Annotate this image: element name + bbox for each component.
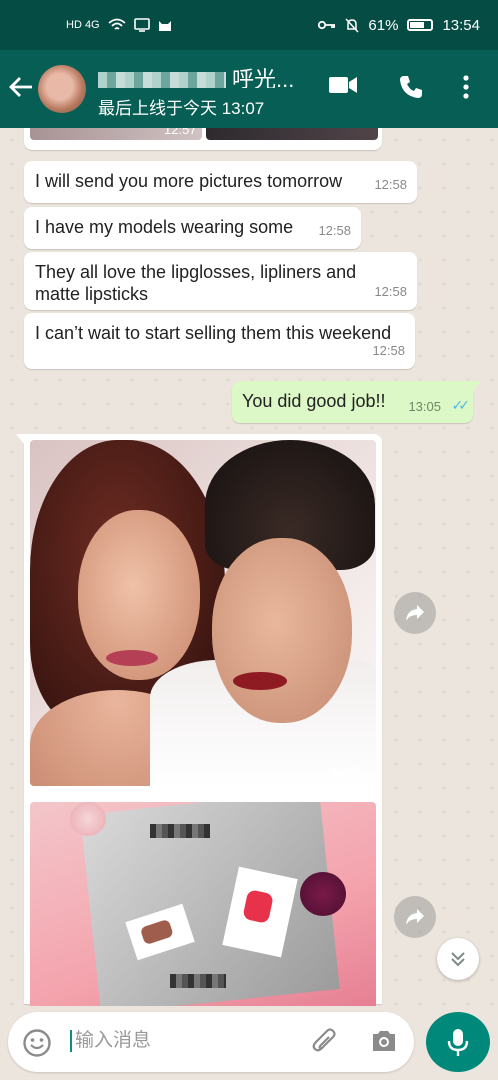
phone-icon[interactable] [398,74,424,105]
media-thumbnail[interactable] [206,128,378,140]
avatar[interactable] [38,65,86,113]
message-time: 13:05 [408,399,441,414]
status-bar: HD 4G 61% 13:54 [0,0,498,50]
redacted-label [170,974,226,988]
image-message-group: 13:05 [16,434,382,1006]
battery-icon [407,19,434,31]
chat-header: 呼光... 最后上线于今天 13:07 [0,50,498,128]
image-message[interactable] [30,802,376,1006]
read-ticks-icon: ✓✓ [451,397,471,413]
cast-icon [133,18,150,32]
photo-detail [106,650,158,666]
wifi-icon [108,18,126,30]
message-time: 12:58 [374,177,407,192]
camera-icon[interactable] [370,1028,398,1059]
incoming-message[interactable]: I can’t wait to start selling them this … [24,313,415,369]
message-time: 12:58 [374,284,407,299]
mute-bell-icon [345,17,359,33]
status-right: 61% 13:54 [318,17,480,34]
clock: 13:54 [442,16,480,34]
incoming-message[interactable]: I have my models wearing some 12:58 [24,207,361,249]
photo-detail [300,872,346,916]
last-seen: 最后上线于今天 13:07 [98,99,265,118]
message-text: I have my models wearing some [35,217,294,237]
forward-icon[interactable] [394,896,436,938]
contact-name-redacted [98,72,226,88]
message-time: 12:58 [372,343,405,358]
more-vert-icon[interactable] [462,74,470,105]
network-indicator: HD 4G [66,19,100,31]
message-text: I can’t wait to start selling them this … [35,323,392,343]
forward-icon[interactable] [394,592,436,634]
status-left: HD 4G [66,18,172,32]
contact-name[interactable]: 呼光... [98,62,316,88]
back-arrow-icon[interactable] [8,74,34,105]
chevron-double-down-icon[interactable] [437,938,479,980]
compose-bar: 输入消息 [8,1012,414,1072]
photo-detail [212,538,352,723]
media-thumbnail[interactable]: 12:57 [30,128,202,140]
photo-detail [70,802,106,836]
message-time: 12:58 [318,223,351,238]
cat-app-icon [158,21,171,31]
attach-icon[interactable] [310,1027,340,1062]
key-icon [318,20,336,30]
mic-icon [447,1029,469,1056]
mic-button[interactable] [426,1012,490,1072]
message-time: 13:05 [331,763,364,778]
incoming-message[interactable]: I will send you more pictures tomorrow 1… [24,161,417,203]
message-input[interactable]: 输入消息 [70,1030,151,1052]
incoming-message[interactable]: They all love the lipglosses, lipliners … [24,252,417,310]
contact-name-suffix: 呼光... [232,67,295,88]
photo-detail [233,672,287,690]
battery-percent: 61% [368,16,399,34]
outgoing-message[interactable]: You did good job!! 13:05 ✓✓ [232,381,481,423]
message-text: They all love the lipglosses, lipliners … [35,262,357,304]
message-text: You did good job!! [242,391,386,411]
message-time: 12:57 [164,128,197,137]
previous-media-message[interactable]: 12:57 [24,128,382,150]
redacted-label [150,824,210,838]
chat-area[interactable]: 12:57 I will send you more pictures tomo… [0,128,498,1006]
message-text: I will send you more pictures tomorrow [35,171,343,191]
emoji-icon[interactable] [22,1028,52,1063]
image-message[interactable]: 13:05 [30,440,376,786]
video-call-icon[interactable] [328,74,358,101]
